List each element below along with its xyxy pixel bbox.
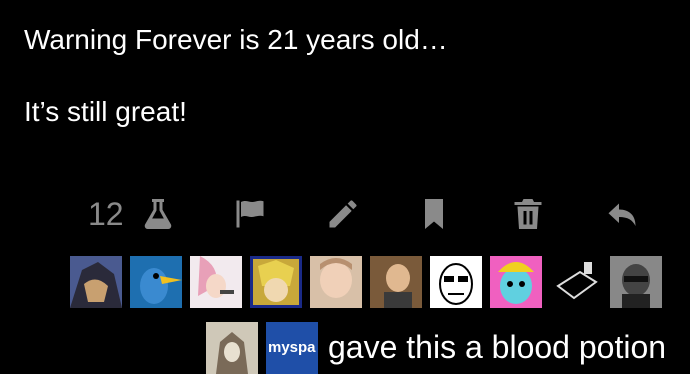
avatar-7[interactable] [430, 256, 482, 308]
avatar-1[interactable] [70, 256, 122, 308]
post-actions: 12 [88, 190, 658, 236]
avatar-9[interactable] [550, 256, 602, 308]
post-line-2: It’s still great! [24, 96, 187, 127]
avatar-5[interactable] [310, 256, 362, 308]
gift-text: gave this a blood potion [328, 329, 667, 365]
reply-icon[interactable] [602, 194, 642, 234]
bookmark-icon[interactable] [414, 194, 454, 234]
flag-icon[interactable] [230, 194, 270, 234]
avatar-6[interactable] [370, 256, 422, 308]
trash-icon[interactable] [508, 194, 548, 234]
avatar-4[interactable] [250, 256, 302, 308]
post-line-1: Warning Forever is 21 years old… [24, 24, 448, 55]
avatar-3[interactable] [190, 256, 242, 308]
avatar-8[interactable] [490, 256, 542, 308]
avatar-10[interactable] [610, 256, 662, 308]
myspace-badge[interactable]: myspa [266, 322, 318, 374]
flask-icon[interactable] [138, 194, 178, 234]
giver-avatar[interactable] [206, 322, 258, 374]
avatar-2[interactable] [130, 256, 182, 308]
pencil-icon[interactable] [323, 194, 363, 234]
post-body: Warning Forever is 21 years old… It’s st… [24, 22, 664, 130]
like-count[interactable]: 12 [88, 194, 124, 234]
